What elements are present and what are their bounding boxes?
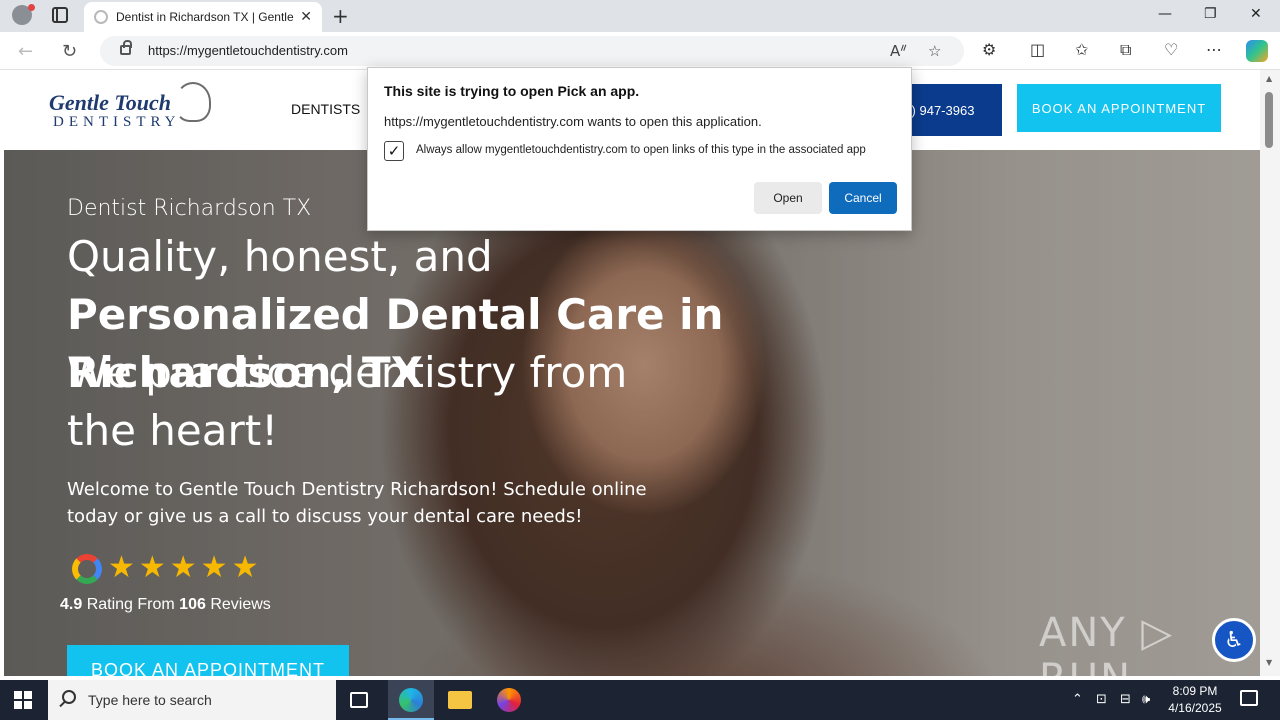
notifications-icon[interactable] (1240, 690, 1258, 706)
read-aloud-icon[interactable]: Aᐥ (890, 42, 907, 60)
tab-title: Dentist in Richardson TX | Gentle (116, 10, 294, 24)
book-appointment-hero-label: BOOK AN APPOINTMENT (90, 659, 326, 677)
page-scrollbar[interactable] (1260, 70, 1280, 676)
phone-number: ) 947-3963 (911, 102, 975, 118)
edge-icon[interactable] (399, 688, 423, 712)
notification-dot-icon (28, 4, 35, 11)
book-appointment-header-label: BOOK AN APPOINTMENT (1031, 100, 1207, 116)
windows-start-icon[interactable] (14, 691, 32, 709)
hero-subtitle: Dentist Richardson TX (67, 196, 312, 221)
site-logo[interactable]: Gentle Touch DENTISTRY (49, 82, 219, 134)
minimize-button[interactable]: — (1158, 6, 1172, 22)
firefox-icon[interactable] (497, 688, 521, 712)
rating-stars: ★★★★★ (108, 550, 263, 585)
google-logo-icon (72, 554, 102, 584)
network-icon[interactable]: ⊟ (1120, 692, 1131, 707)
tooth-icon (175, 82, 211, 122)
rating-count: 106 (179, 596, 206, 613)
lock-icon[interactable] (120, 40, 132, 55)
browser-tab-bar: Dentist in Richardson TX | Gentle ✕ + — … (0, 0, 1280, 32)
tab-actions-icon[interactable] (52, 7, 68, 23)
more-menu-icon[interactable]: ⋯ (1206, 40, 1222, 59)
task-view-icon[interactable] (350, 692, 368, 708)
search-icon (62, 690, 76, 704)
maximize-button[interactable]: ❐ (1204, 6, 1217, 22)
url-field[interactable]: https://mygentletouchdentistry.com Aᐥ ☆ (100, 36, 964, 66)
always-allow-label[interactable]: Always allow mygentletouchdentistry.com … (416, 144, 866, 156)
clock-date: 4/16/2025 (1168, 701, 1222, 715)
cancel-button[interactable]: Cancel (829, 182, 897, 214)
taskbar-search-box[interactable]: Type here to search (48, 680, 336, 720)
file-explorer-icon[interactable] (448, 691, 472, 709)
browser-tab[interactable]: Dentist in Richardson TX | Gentle ✕ (84, 2, 322, 32)
open-button[interactable]: Open (754, 182, 822, 214)
clock-time: 8:09 PM (1172, 684, 1218, 698)
taskbar-search-placeholder: Type here to search (88, 692, 212, 708)
extensions-icon[interactable]: ⚙ (982, 40, 996, 59)
logo-text-top: Gentle Touch (49, 90, 172, 115)
dialog-message: https://mygentletouchdentistry.com wants… (384, 114, 762, 129)
loading-icon (94, 10, 108, 24)
hero-heading-light: Quality, honest, and (67, 232, 493, 281)
open-app-dialog: This site is trying to open Pick an app.… (367, 67, 912, 231)
tab-close-icon[interactable]: ✕ (300, 9, 312, 25)
rating-text: 4.9 Rating From 106 Reviews (60, 596, 271, 614)
book-appointment-header-button[interactable]: BOOK AN APPOINTMENT (1017, 84, 1221, 132)
close-window-button[interactable]: ✕ (1250, 6, 1262, 22)
url-text[interactable]: https://mygentletouchdentistry.com (148, 43, 348, 58)
hero-tagline: We practice dentistry from the heart! (67, 348, 628, 455)
copilot-icon[interactable] (1246, 40, 1268, 62)
collections-icon[interactable]: ⧉ (1120, 40, 1131, 60)
browser-essentials-icon[interactable]: ♡ (1164, 40, 1178, 59)
book-appointment-hero-button[interactable]: BOOK AN APPOINTMENT (67, 645, 349, 676)
rating-mid: Rating From (82, 596, 180, 613)
rating-value: 4.9 (60, 596, 83, 613)
new-tab-button[interactable]: + (332, 4, 349, 28)
scroll-thumb[interactable] (1265, 92, 1273, 148)
windows-taskbar: Type here to search ⌃ ⊡ ⊟ 🕪 8:09 PM 4/16… (0, 680, 1280, 720)
logo-text-bottom: DENTISTRY (53, 114, 181, 130)
tray-device-icon[interactable]: ⊡ (1096, 692, 1107, 707)
nav-dentists[interactable]: DENTISTS (291, 101, 360, 117)
clock[interactable]: 8:09 PM 4/16/2025 (1160, 683, 1230, 717)
favorites-icon[interactable]: ✩ (1075, 40, 1088, 59)
accessibility-icon[interactable]: ♿ (1212, 618, 1256, 662)
split-screen-icon[interactable]: ◫ (1030, 40, 1045, 59)
rating-end: Reviews (205, 596, 271, 613)
tray-chevron-icon[interactable]: ⌃ (1072, 692, 1083, 707)
always-allow-checkbox[interactable]: ✓ (384, 141, 404, 161)
volume-icon[interactable]: 🕪 (1142, 692, 1150, 707)
back-button[interactable]: ← (18, 41, 33, 62)
favorite-star-icon[interactable]: ☆ (928, 42, 941, 60)
scroll-down-icon[interactable]: ▼ (1266, 658, 1272, 667)
hero-welcome-text: Welcome to Gentle Touch Dentistry Richar… (67, 479, 647, 527)
scroll-up-icon[interactable]: ▲ (1266, 74, 1272, 83)
dialog-title: This site is trying to open Pick an app. (384, 83, 640, 99)
refresh-button[interactable]: ↻ (62, 41, 77, 62)
